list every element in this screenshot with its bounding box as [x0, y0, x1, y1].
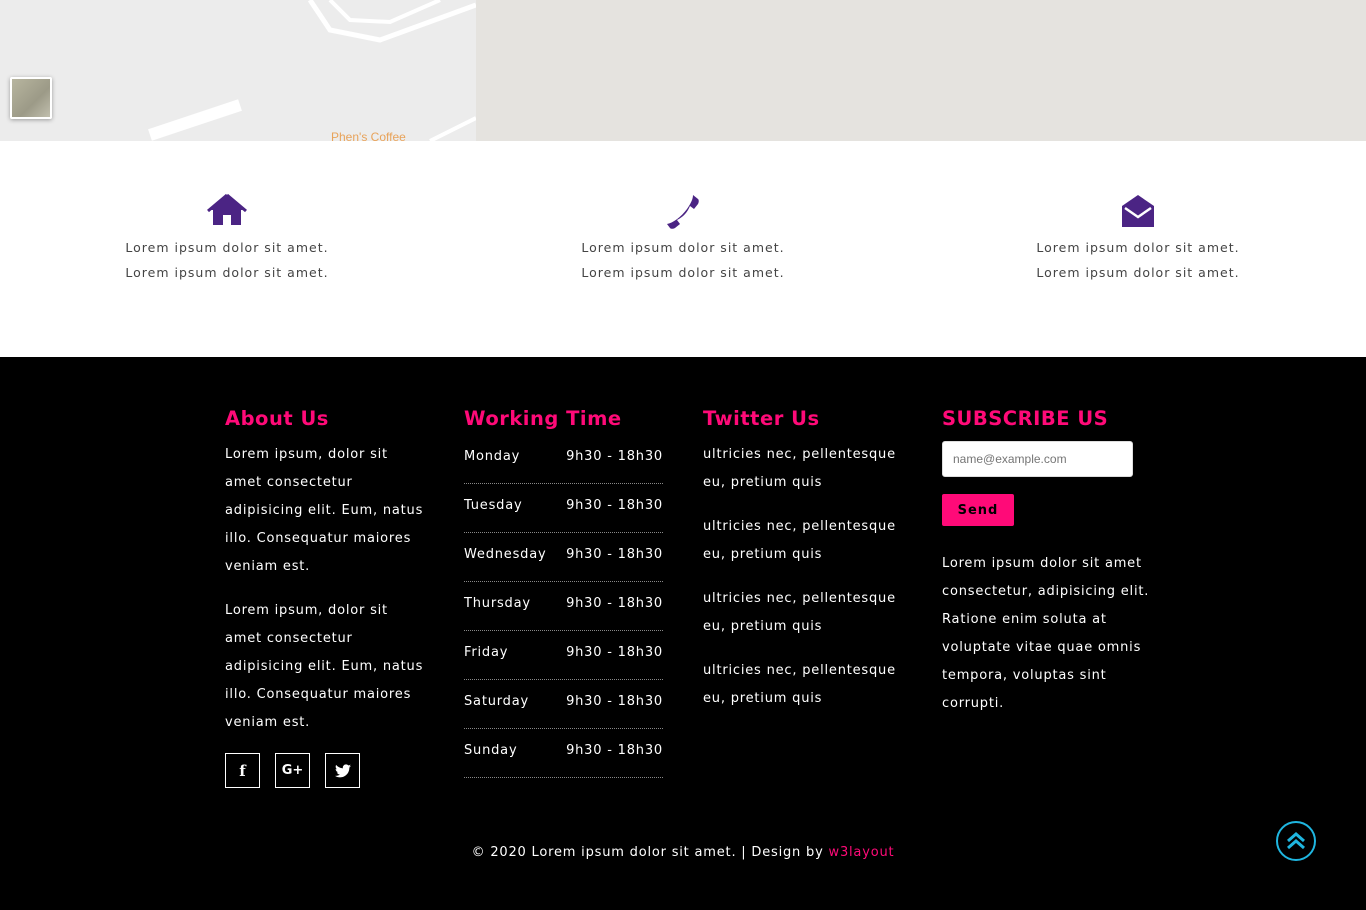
hours-day: Wednesday [464, 547, 547, 562]
contact-address: Lorem ipsum dolor sit amet. Lorem ipsum … [97, 193, 357, 285]
map-embed[interactable]: Phen's Coffee [0, 0, 1366, 141]
social-links: f G+ [225, 753, 425, 788]
hours-list: Monday 9h30 - 18h30 Tuesday 9h30 - 18h30 W… [464, 435, 663, 778]
twitter-bird-glyph [334, 763, 351, 777]
contact-line: Lorem ipsum dolor sit amet. [1036, 240, 1240, 255]
about-paragraph: Lorem ipsum, dolor sit amet consectetur … [225, 447, 424, 574]
tweet-item: ultricies nec, pellentesque eu, pretium … [703, 519, 896, 562]
subscribe-title: SUBSCRIBE US [942, 407, 1109, 430]
contact-line: Lorem ipsum dolor sit amet. [1036, 265, 1240, 280]
hours-day: Saturday [464, 694, 529, 709]
footer-working-time: Working Time Monday 9h30 - 18h30 Tuesday 9… [464, 407, 663, 778]
hours-day: Sunday [464, 743, 518, 758]
phone-icon [667, 195, 699, 229]
hours-time: 9h30 - 18h30 [566, 694, 663, 709]
hours-row: Wednesday 9h30 - 18h30 [464, 533, 663, 582]
hours-day: Friday [464, 645, 509, 660]
hours-day: Thursday [464, 596, 531, 611]
tweet-item: ultricies nec, pellentesque eu, pretium … [703, 447, 896, 490]
map-satellite-toggle[interactable] [10, 77, 52, 119]
copyright: © 2020 Lorem ipsum dolor sit amet. | Des… [0, 845, 1366, 860]
map-roads [148, 0, 477, 141]
tweet-item: ultricies nec, pellentesque eu, pretium … [703, 591, 896, 634]
subscribe-email-input[interactable] [942, 441, 1133, 477]
subscribe-text: Lorem ipsum dolor sit amet consectetur, … [942, 556, 1150, 711]
copyright-text: © 2020 Lorem ipsum dolor sit amet. | Des… [471, 845, 829, 860]
google-plus-icon[interactable]: G+ [275, 753, 310, 788]
hours-time: 9h30 - 18h30 [566, 547, 663, 562]
home-icon [207, 193, 247, 225]
chevron-up-double-icon [1287, 832, 1305, 850]
contact-email: Lorem ipsum dolor sit amet. Lorem ipsum … [1008, 193, 1268, 285]
scroll-to-top-button[interactable] [1276, 821, 1316, 861]
footer-subscribe: SUBSCRIBE US Send Lorem ipsum dolor sit … [942, 407, 1152, 718]
designer-link[interactable]: w3layout [829, 845, 895, 860]
contact-line: Lorem ipsum dolor sit amet. [125, 240, 329, 255]
hours-time: 9h30 - 18h30 [566, 449, 663, 464]
hours-row: Sunday 9h30 - 18h30 [464, 729, 663, 778]
hours-row: Monday 9h30 - 18h30 [464, 435, 663, 484]
hours-time: 9h30 - 18h30 [566, 596, 663, 611]
about-title: About Us [225, 407, 329, 430]
hours-time: 9h30 - 18h30 [566, 645, 663, 660]
contact-line: Lorem ipsum dolor sit amet. [581, 240, 785, 255]
contact-line: Lorem ipsum dolor sit amet. [581, 265, 785, 280]
hours-row: Tuesday 9h30 - 18h30 [464, 484, 663, 533]
contact-line: Lorem ipsum dolor sit amet. [125, 265, 329, 280]
contact-section: Lorem ipsum dolor sit amet. Lorem ipsum … [0, 141, 1366, 357]
hours-day: Tuesday [464, 498, 523, 513]
footer-twitter: Twitter Us ultricies nec, pellentesque e… [703, 407, 913, 729]
map-left-tile [0, 0, 477, 141]
footer-about: About Us Lorem ipsum, dolor sit amet con… [225, 407, 425, 788]
hours-row: Friday 9h30 - 18h30 [464, 631, 663, 680]
about-paragraph: Lorem ipsum, dolor sit amet consectetur … [225, 603, 424, 730]
hours-day: Monday [464, 449, 521, 464]
hours-time: 9h30 - 18h30 [566, 498, 663, 513]
tweet-item: ultricies nec, pellentesque eu, pretium … [703, 663, 896, 706]
map-place-label[interactable]: Phen's Coffee [331, 130, 406, 141]
contact-phone: Lorem ipsum dolor sit amet. Lorem ipsum … [553, 193, 813, 285]
twitter-title: Twitter Us [703, 407, 820, 430]
hours-row: Thursday 9h30 - 18h30 [464, 582, 663, 631]
hours-row: Saturday 9h30 - 18h30 [464, 680, 663, 729]
hours-time: 9h30 - 18h30 [566, 743, 663, 758]
subscribe-send-button[interactable]: Send [942, 494, 1014, 526]
facebook-icon[interactable]: f [225, 753, 260, 788]
twitter-icon[interactable] [325, 753, 360, 788]
envelope-icon [1122, 195, 1154, 227]
footer: About Us Lorem ipsum, dolor sit amet con… [0, 357, 1366, 910]
